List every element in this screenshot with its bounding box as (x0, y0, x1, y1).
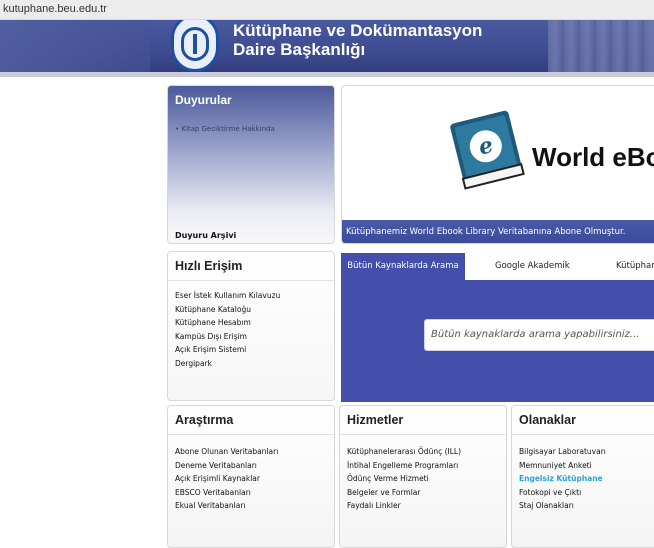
research-links: Abone Olunan Veritabanları Deneme Verita… (175, 445, 278, 513)
facilities-link[interactable]: Bilgisayar Laboratuvarı (519, 445, 606, 459)
services-link[interactable]: Faydalı Linkler (347, 499, 461, 513)
quick-link-account[interactable]: Kütüphane Hesabım (175, 316, 280, 330)
divider (168, 280, 334, 281)
announcement-archive-link[interactable]: Duyuru Arşivi (175, 231, 236, 240)
slider-caption-text: Kütüphanemiz World Ebook Library Veritab… (346, 227, 626, 237)
header-photo-left (0, 20, 150, 77)
services-title: Hizmetler (347, 413, 404, 427)
facilities-link[interactable]: Staj Olanakları (519, 499, 606, 513)
tab-google-scholar[interactable]: Google Akademik (495, 253, 570, 280)
facilities-link[interactable]: Fotokopi ve Çıktı (519, 486, 606, 500)
university-logo[interactable] (171, 20, 219, 72)
divider (168, 434, 334, 435)
site-title-line2: Daire Başkanlığı (233, 40, 366, 59)
search-placeholder: Bütün kaynaklarda arama yapabilirsiniz..… (431, 329, 640, 340)
slider-caption[interactable]: Kütüphanemiz World Ebook Library Veritab… (342, 220, 654, 243)
quick-link-off-campus[interactable]: Kampüs Dışı Erişim (175, 330, 280, 344)
address-bar[interactable]: kutuphane.beu.edu.tr (0, 0, 654, 20)
quick-access-panel: Hızlı Erişim Eser İstek Kullanım Kılavuz… (167, 251, 335, 401)
announcement-item[interactable]: Misafir Kullanıcı Formu (175, 110, 275, 116)
services-link[interactable]: Kütüphanelerarası Ödünç (ILL) (347, 445, 461, 459)
services-link[interactable]: Belgeler ve Formlar (347, 486, 461, 500)
search-tabs: Bütün Kaynaklarda Arama Google Akademik … (341, 253, 654, 280)
site-header: Kütüphane ve Dokümantasyon Daire Başkanl… (0, 20, 654, 77)
research-link[interactable]: Ekual Veritabanları (175, 499, 278, 513)
announcements-list: Misafir Kullanıcı Formu Kitap Geciktirme… (175, 110, 275, 142)
url-text: kutuphane.beu.edu.tr (3, 3, 107, 15)
quick-link-user-guide[interactable]: Eser İstek Kullanım Kılavuzu (175, 289, 280, 303)
divider (340, 434, 506, 435)
facilities-link[interactable]: Memnuniyet Anketi (519, 459, 606, 473)
research-link[interactable]: Açık Erişimli Kaynaklar (175, 472, 278, 486)
header-divider (0, 72, 654, 77)
search-input[interactable]: Bütün kaynaklarda arama yapabilirsiniz..… (424, 319, 654, 351)
quick-link-catalog[interactable]: Kütüphane Kataloğu (175, 303, 280, 317)
quick-link-dergipark[interactable]: Dergipark (175, 357, 280, 371)
slider-brand-text: World eBoo (532, 142, 654, 172)
research-link[interactable]: Abone Olunan Veritabanları (175, 445, 278, 459)
tab-library[interactable]: Kütüphar (616, 253, 654, 280)
quick-link-open-access[interactable]: Açık Erişim Sistemi (175, 343, 280, 357)
facilities-panel: Olanaklar Bilgisayar Laboratuvarı Memnun… (511, 405, 654, 548)
services-links: Kütüphanelerarası Ödünç (ILL) İntihal En… (347, 445, 461, 513)
research-title: Araştırma (175, 413, 234, 427)
ebook-icon: e (450, 110, 525, 190)
services-panel: Hizmetler Kütüphanelerarası Ödünç (ILL) … (339, 405, 507, 548)
quick-access-title: Hızlı Erişim (175, 259, 243, 273)
news-slider[interactable]: e World eBoo Kütüphanemiz World Ebook Li… (341, 85, 654, 244)
facilities-title: Olanaklar (519, 413, 576, 427)
search-box-panel: Bütün Kaynaklarda Arama Google Akademik … (341, 253, 654, 402)
header-photo-right (548, 20, 654, 77)
facilities-link-active[interactable]: Engelsiz Kütüphane (519, 472, 606, 486)
site-title[interactable]: Kütüphane ve Dokümantasyon Daire Başkanl… (233, 21, 482, 59)
tab-all-resources[interactable]: Bütün Kaynaklarda Arama (341, 253, 465, 280)
research-panel: Araştırma Abone Olunan Veritabanları Den… (167, 405, 335, 548)
announcements-panel: Duyurular Misafir Kullanıcı Formu Kitap … (167, 85, 335, 244)
divider (512, 434, 654, 435)
quick-access-links: Eser İstek Kullanım Kılavuzu Kütüphane K… (175, 289, 280, 370)
research-link[interactable]: EBSCO Veritabanları (175, 486, 278, 500)
services-link[interactable]: Ödünç Verme Hizmeti (347, 472, 461, 486)
facilities-links: Bilgisayar Laboratuvarı Memnuniyet Anket… (519, 445, 606, 513)
services-link[interactable]: İntihal Engelleme Programları (347, 459, 461, 473)
announcement-item[interactable]: Kitap Geciktirme Hakkında (175, 125, 274, 133)
research-link[interactable]: Deneme Veritabanları (175, 459, 278, 473)
site-title-line1: Kütüphane ve Dokümantasyon (233, 21, 483, 40)
announcements-title: Duyurular (175, 93, 232, 107)
